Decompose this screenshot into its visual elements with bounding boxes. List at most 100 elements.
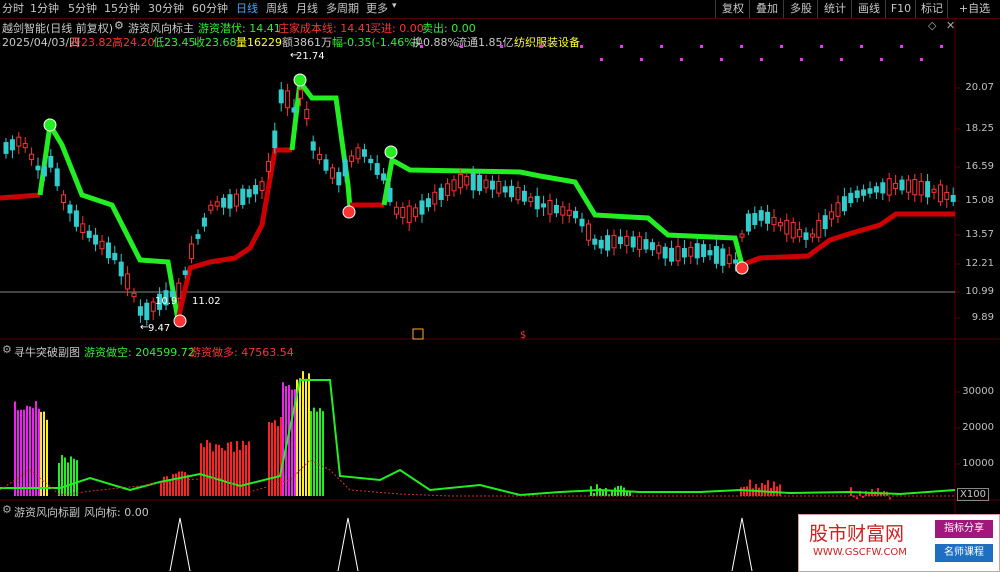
settings-gear-icon[interactable]: ⚙ <box>2 503 12 516</box>
volume-bar <box>23 409 25 496</box>
candle-body <box>534 195 540 210</box>
candle-body <box>221 197 227 208</box>
candle-body <box>585 223 591 241</box>
candle-body <box>617 236 623 245</box>
volume-bar <box>749 479 751 496</box>
volume-bar <box>313 407 315 496</box>
candle-body <box>323 159 329 171</box>
candle-body <box>393 206 399 215</box>
candle-body <box>227 194 233 209</box>
candle-body <box>489 180 495 190</box>
candle-body <box>720 248 726 266</box>
candle-body <box>342 159 348 177</box>
candle-body <box>912 179 918 196</box>
candle-body <box>464 176 470 186</box>
kline-chart: ← 21.74 ← 9.47 10.9 11.02 $ <box>0 18 1000 571</box>
candle-body <box>496 180 502 194</box>
candle-body <box>272 130 278 149</box>
candle-body <box>189 243 195 260</box>
candle-body <box>278 89 284 104</box>
volume-bar <box>877 488 879 496</box>
trough-price-label: 9.47 <box>148 323 170 334</box>
candle-body <box>701 244 707 257</box>
candle-body <box>611 234 617 249</box>
price-axis-label: 16.59 <box>965 161 994 172</box>
volume-bar <box>38 408 40 496</box>
volume-bar <box>299 378 301 496</box>
candle-body <box>694 243 700 259</box>
candle-body <box>80 223 86 234</box>
volume-bar <box>856 497 858 500</box>
candle-body <box>445 183 451 196</box>
volume-bar <box>178 471 180 496</box>
candle-body <box>605 235 611 251</box>
candle-body <box>624 235 630 246</box>
candle-body <box>931 188 937 193</box>
volume-bar <box>310 411 312 496</box>
volume-bar <box>308 373 310 496</box>
candle-body <box>790 221 796 239</box>
candle-body <box>637 236 643 250</box>
candle-body <box>649 242 655 251</box>
price-axis-label: 12.21 <box>965 258 994 269</box>
candle-body <box>777 222 783 227</box>
volume-bar <box>767 480 769 496</box>
scale-badge: X100 <box>957 488 989 501</box>
candle-body <box>925 181 931 198</box>
volume-bar <box>280 417 282 496</box>
candle-body <box>125 273 131 290</box>
candle-body <box>861 189 867 196</box>
volume-bar <box>206 440 208 496</box>
volume-bar <box>322 411 324 496</box>
candle-body <box>918 180 924 196</box>
candle-body <box>16 136 22 147</box>
volume-bar <box>181 471 183 496</box>
watermark-logo: 股市财富网 WWW.GSCFW.COM 指标分享 名师课程 <box>798 514 1000 572</box>
candle-body <box>867 188 873 194</box>
volume-bar <box>163 476 165 496</box>
candle-body <box>361 149 367 157</box>
sub-indicator-name[interactable]: 寻牛突破副图 <box>14 344 80 360</box>
candle-body <box>304 108 310 120</box>
watermark-tag-course: 名师课程 <box>935 544 993 562</box>
price-axis-label: 10.99 <box>965 286 994 297</box>
volume-bar <box>46 419 48 496</box>
price-axis-label: 15.08 <box>965 195 994 206</box>
candle-body <box>9 139 15 151</box>
volume-bar <box>58 463 60 496</box>
candle-body <box>662 246 668 259</box>
candle-body <box>829 211 835 220</box>
volume-bar <box>221 447 223 496</box>
candle-body <box>214 201 220 207</box>
volume-bar <box>319 408 321 496</box>
settings-gear-icon[interactable]: ⚙ <box>2 343 12 356</box>
watermark-url: WWW.GSCFW.COM <box>813 547 907 558</box>
candle-body <box>816 219 822 238</box>
candle-body <box>240 188 246 205</box>
volume-bar <box>245 445 247 496</box>
volume-bar <box>305 378 307 496</box>
candle-body <box>688 246 694 257</box>
volume-bar <box>17 410 19 496</box>
candle-body <box>745 213 751 232</box>
candle-body <box>457 173 463 189</box>
candle-body <box>253 185 259 195</box>
candle-body <box>893 182 899 189</box>
candle-body <box>413 207 419 218</box>
volume-bar <box>274 420 276 496</box>
candle-body <box>336 172 342 186</box>
sub2-indicator-name[interactable]: 游资风向标副 <box>14 504 80 520</box>
candle-body <box>131 292 137 298</box>
candle-body <box>765 211 771 224</box>
candle-body <box>675 246 681 262</box>
candle-body <box>419 200 425 215</box>
candle-body <box>797 229 803 238</box>
candle-body <box>899 179 905 191</box>
volume-bar <box>203 447 205 496</box>
volume-bar <box>43 411 45 496</box>
candle-body <box>387 187 393 203</box>
volume-bar <box>61 455 63 496</box>
candle-body <box>432 191 438 205</box>
candle-body <box>329 167 335 179</box>
volume-axis-label: 30000 <box>962 386 994 397</box>
